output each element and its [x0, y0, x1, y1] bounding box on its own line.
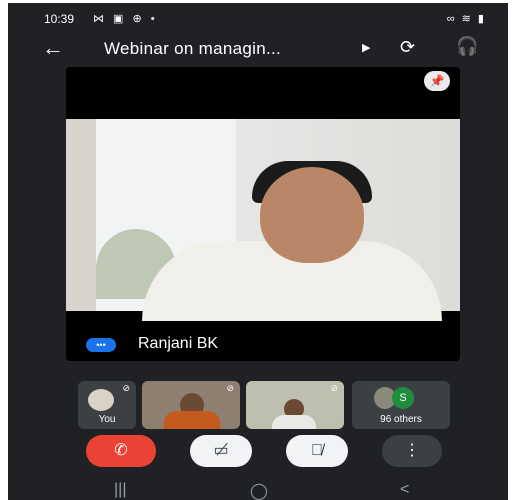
meeting-title[interactable]: Webinar on managin...	[104, 39, 281, 59]
speaking-indicator-icon: •••	[86, 338, 116, 352]
participant-tile-2[interactable]: ⊘	[142, 381, 240, 429]
speaker-video	[66, 119, 460, 321]
speaker-name: Ranjani BK	[138, 335, 219, 352]
mic-off-icon: ⊘	[122, 383, 130, 393]
participant-tile-3[interactable]: ⊘	[246, 381, 344, 429]
chevron-right-icon[interactable]: ▶	[362, 41, 370, 54]
participant-strip: ⊘ You ⊘ ⊘ S 96 others	[78, 381, 450, 429]
participant-body	[272, 415, 316, 429]
speaker-name-row: ••• Ranjani BK	[66, 331, 460, 361]
avatar	[88, 389, 114, 411]
status-bar: 10:39 ⋈ ▣ ⊕ • ∞ ≋ ▮	[8, 3, 508, 33]
participant-tile-others[interactable]: S 96 others	[352, 381, 450, 429]
system-icons: ∞ ≋ ▮	[446, 13, 486, 25]
android-nav-bar: ||| ◯ <	[8, 481, 508, 500]
meeting-header: ← Webinar on managin... ▶ ⟳ 🎧	[8, 33, 508, 67]
participant-label: 96 others	[380, 414, 422, 425]
speaker-face	[260, 167, 364, 263]
pin-icon[interactable]: 📌	[424, 71, 450, 91]
mic-off-icon: ⊘	[330, 383, 338, 393]
switch-camera-icon[interactable]: ⟳	[400, 37, 415, 58]
call-controls: ✆ ▭̸ 🎙̸ ⋮	[8, 435, 508, 471]
participant-label: You	[98, 414, 116, 425]
notification-icons: ⋈ ▣ ⊕ •	[93, 13, 158, 25]
phone-hangup-icon[interactable]: ✆	[86, 435, 156, 467]
back-nav-icon[interactable]: <	[400, 481, 409, 499]
more-vert-icon[interactable]: ⋮	[382, 435, 442, 467]
participant-video	[142, 381, 240, 429]
arrow-left-icon[interactable]: ←	[42, 35, 64, 61]
status-time: 10:39	[44, 12, 75, 26]
mic-off-icon[interactable]: 🎙̸	[286, 435, 348, 467]
participant-body	[164, 411, 220, 429]
recents-icon[interactable]: |||	[114, 481, 126, 499]
video-curtain	[66, 119, 96, 311]
mic-off-icon: ⊘	[226, 383, 234, 393]
camera-off-icon[interactable]: ▭̸	[190, 435, 252, 467]
participant-tile-you[interactable]: ⊘ You	[78, 381, 136, 429]
avatar: S	[392, 387, 414, 409]
participant-video	[246, 381, 344, 429]
main-speaker-tile[interactable]: 📌 ••• Ranjani BK	[66, 67, 460, 361]
home-icon[interactable]: ◯	[250, 481, 268, 500]
phone-screen: 10:39 ⋈ ▣ ⊕ • ∞ ≋ ▮ ← Webinar on managin…	[8, 3, 508, 500]
headphones-icon[interactable]: 🎧	[456, 36, 478, 57]
